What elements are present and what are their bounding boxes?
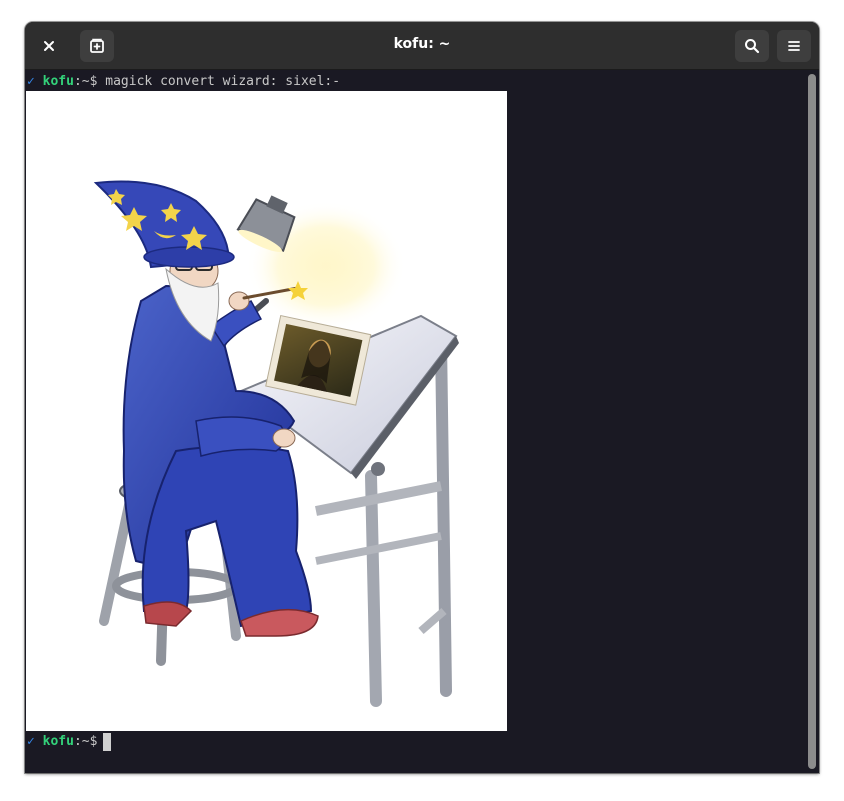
search-icon	[745, 39, 760, 54]
wizard-sixel-image	[26, 91, 507, 731]
prompt-path: ~	[81, 734, 90, 749]
terminal-line-prompt: ✓ kofu:~$	[27, 733, 112, 751]
terminal-window: kofu: ~ ✓ kofu:~$ magick convert wizard:…	[25, 22, 819, 773]
command-text: magick convert wizard: sixel:-	[97, 74, 341, 89]
terminal-line-command: ✓ kofu:~$ magick convert wizard: sixel:-	[27, 73, 340, 91]
terminal-view[interactable]: ✓ kofu:~$ magick convert wizard: sixel:-	[25, 70, 805, 773]
prompt-user: kofu	[42, 734, 74, 749]
main-menu-button[interactable]	[777, 30, 811, 62]
search-button[interactable]	[735, 30, 769, 62]
prompt-user: kofu	[42, 74, 74, 89]
scrollbar-thumb[interactable]	[808, 74, 816, 769]
prompt-symbol: $	[89, 734, 98, 749]
status-check-icon: ✓	[27, 74, 35, 89]
hamburger-menu-icon	[788, 41, 800, 51]
window-title: kofu: ~	[393, 36, 451, 52]
prompt-separator: :	[73, 734, 82, 749]
header-bar: kofu: ~	[25, 22, 819, 70]
vertical-scrollbar[interactable]	[805, 70, 819, 773]
wizard-illustration	[93, 180, 459, 707]
prompt-path: ~	[81, 74, 90, 89]
status-check-icon: ✓	[27, 734, 35, 749]
prompt-separator: :	[73, 74, 82, 89]
text-cursor	[103, 733, 112, 751]
